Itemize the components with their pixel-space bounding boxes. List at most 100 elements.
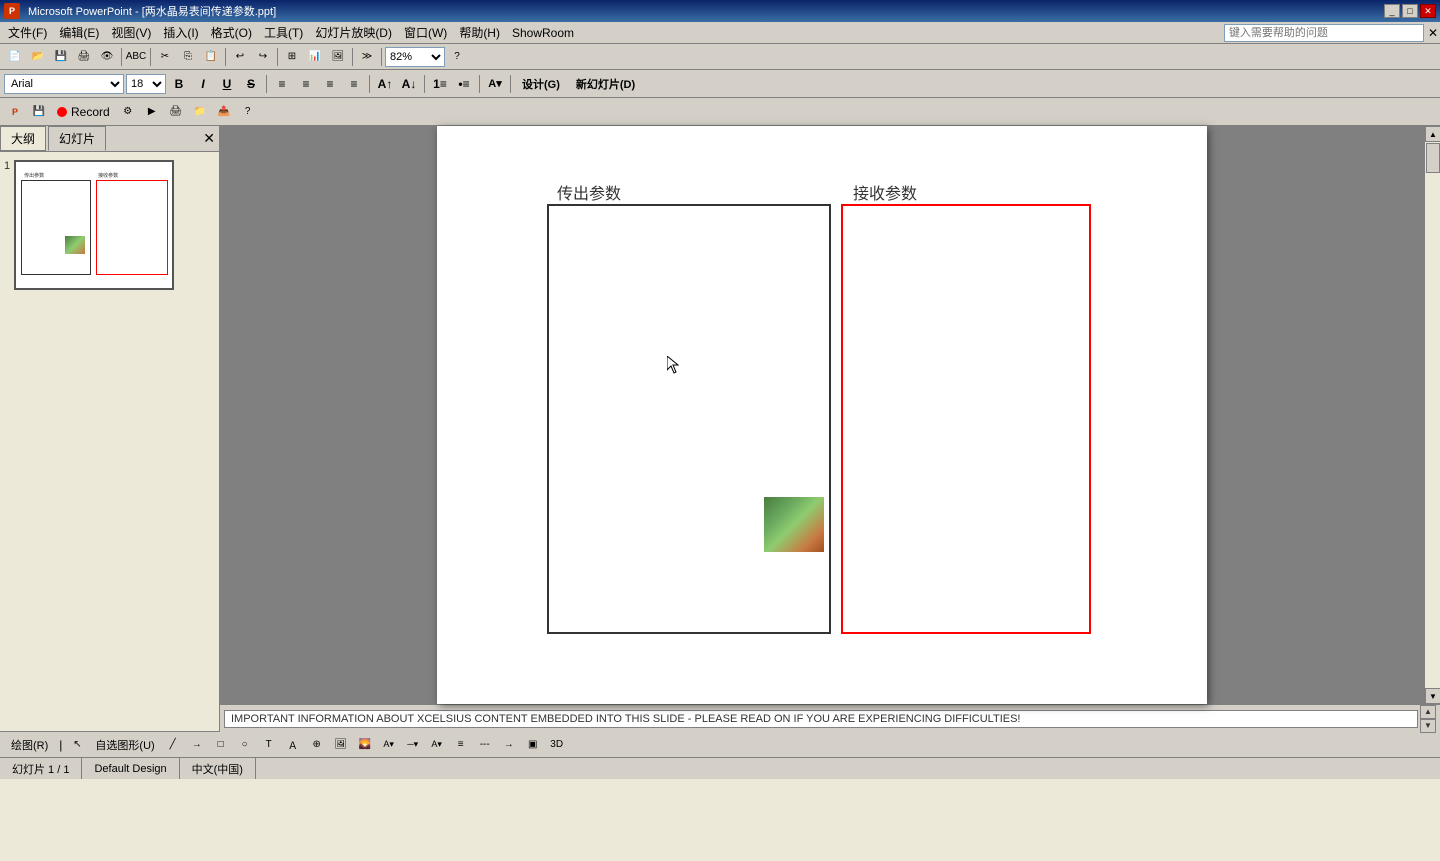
insert-chart-button[interactable]: 📊 bbox=[304, 46, 326, 68]
font-select[interactable]: Arial Times New Roman bbox=[4, 74, 124, 94]
scroll-thumb[interactable] bbox=[1426, 143, 1440, 173]
new-button[interactable]: 📄 bbox=[4, 46, 26, 68]
align-right-button[interactable]: ≡ bbox=[319, 74, 341, 94]
increase-font-button[interactable]: A↑ bbox=[374, 74, 396, 94]
scroll-down-bottom[interactable]: ▼ bbox=[1420, 719, 1436, 733]
clipart-button[interactable]: 🖼 bbox=[330, 734, 352, 756]
justify-button[interactable]: ≡ bbox=[343, 74, 365, 94]
design-button[interactable]: 设计(G) bbox=[515, 74, 567, 94]
wordart-button[interactable]: Ａ bbox=[282, 734, 304, 756]
menu-file[interactable]: 文件(F) bbox=[2, 22, 53, 43]
decrease-font-button[interactable]: A↓ bbox=[398, 74, 420, 94]
fill-color-button[interactable]: A▾ bbox=[378, 734, 400, 756]
shadow-button[interactable]: ▣ bbox=[522, 734, 544, 756]
menu-tools[interactable]: 工具(T) bbox=[258, 22, 309, 43]
tb-publish-button[interactable]: 📤 bbox=[213, 101, 235, 123]
align-center-button[interactable]: ≡ bbox=[295, 74, 317, 94]
font-color-button[interactable]: A▾ bbox=[484, 74, 506, 94]
scroll-track bbox=[1425, 142, 1440, 688]
save-button[interactable]: 💾 bbox=[50, 46, 72, 68]
paste-button[interactable]: 📋 bbox=[200, 46, 222, 68]
bold-button[interactable]: B bbox=[168, 74, 190, 94]
copy-button[interactable]: ⎘ bbox=[177, 46, 199, 68]
menu-slideshow[interactable]: 幻灯片放映(D) bbox=[309, 22, 398, 43]
drawing-toolbar: 绘图(R) | ↖ 自选图形(U) ╱ → □ ○ T Ａ ⊕ 🖼 🌄 A▾ ─… bbox=[0, 731, 1440, 757]
thumb-image bbox=[65, 236, 85, 254]
right-content-box[interactable] bbox=[841, 204, 1091, 634]
open-button[interactable]: 📂 bbox=[27, 46, 49, 68]
redo-button[interactable]: ↪ bbox=[252, 46, 274, 68]
right-scrollbar[interactable]: ▲ ▼ bbox=[1424, 126, 1440, 704]
main-toolbar: 📄 📂 💾 🖨 👁 ABC ✂ ⎘ 📋 ↩ ↪ ⊞ 📊 🖼 ≫ 82% 100%… bbox=[0, 44, 1440, 70]
play-button[interactable]: ▶ bbox=[141, 101, 163, 123]
zoom-help-button[interactable]: ? bbox=[446, 46, 468, 68]
left-content-box[interactable] bbox=[547, 204, 831, 634]
font-size-select[interactable]: 18 12 14 24 bbox=[126, 74, 166, 94]
line-color-button[interactable]: ─▾ bbox=[402, 734, 424, 756]
rect-button[interactable]: □ bbox=[210, 734, 232, 756]
minimize-button[interactable]: _ bbox=[1384, 4, 1400, 18]
tb-file-button[interactable]: 📁 bbox=[189, 101, 211, 123]
underline-button[interactable]: U bbox=[216, 74, 238, 94]
menu-insert[interactable]: 插入(I) bbox=[157, 22, 204, 43]
3d-button[interactable]: 3D bbox=[546, 734, 568, 756]
diagram-button[interactable]: ⊕ bbox=[306, 734, 328, 756]
undo-button[interactable]: ↩ bbox=[229, 46, 251, 68]
arrow-style-button[interactable]: → bbox=[498, 734, 520, 756]
tab-slides[interactable]: 幻灯片 bbox=[48, 126, 106, 151]
menu-showroom[interactable]: ShowRoom bbox=[506, 24, 580, 42]
zoom-select[interactable]: 82% 100% 75% 50% bbox=[385, 47, 445, 67]
close-button[interactable]: ✕ bbox=[1420, 4, 1436, 18]
preview-button[interactable]: 👁 bbox=[96, 46, 118, 68]
tb-print-button[interactable]: 🖨 bbox=[165, 101, 187, 123]
textbox-button[interactable]: T bbox=[258, 734, 280, 756]
menu-window[interactable]: 窗口(W) bbox=[398, 22, 453, 43]
spelling-button[interactable]: ABC bbox=[125, 46, 147, 68]
italic-button[interactable]: I bbox=[192, 74, 214, 94]
bullets-button[interactable]: •≡ bbox=[453, 74, 475, 94]
select-button[interactable]: ↖ bbox=[66, 734, 88, 756]
insert-clip-button[interactable]: 🖼 bbox=[327, 46, 349, 68]
record-button[interactable]: Record bbox=[52, 102, 115, 122]
align-left-button[interactable]: ≡ bbox=[271, 74, 293, 94]
menu-format[interactable]: 格式(O) bbox=[205, 22, 258, 43]
main-area: 大纲 幻灯片 ✕ 1 传出参数 接收参数 bbox=[0, 126, 1440, 731]
oval-button[interactable]: ○ bbox=[234, 734, 256, 756]
draw-separator: | bbox=[59, 738, 62, 752]
save2-button[interactable]: 💾 bbox=[28, 101, 50, 123]
scroll-down-button[interactable]: ▼ bbox=[1425, 688, 1440, 704]
print-button[interactable]: 🖨 bbox=[73, 46, 95, 68]
menu-help[interactable]: 帮助(H) bbox=[453, 22, 506, 43]
thumb-right-label: 接收参数 bbox=[98, 172, 118, 179]
dash-style-button[interactable]: --- bbox=[474, 734, 496, 756]
numbering-button[interactable]: 1≡ bbox=[429, 74, 451, 94]
strikethrough-button[interactable]: S bbox=[240, 74, 262, 94]
insert-table-button[interactable]: ⊞ bbox=[281, 46, 303, 68]
image-button[interactable]: 🌄 bbox=[354, 734, 376, 756]
line-button[interactable]: ╱ bbox=[162, 734, 184, 756]
record-options-button[interactable]: ⚙ bbox=[117, 101, 139, 123]
auto-shapes-button[interactable]: 自选图形(U) bbox=[90, 734, 159, 756]
status-design: Default Design bbox=[82, 758, 179, 779]
arrow-button[interactable]: → bbox=[186, 734, 208, 756]
scroll-up-button[interactable]: ▲ bbox=[1425, 126, 1440, 142]
cut-button[interactable]: ✂ bbox=[154, 46, 176, 68]
scroll-up-bottom[interactable]: ▲ bbox=[1420, 705, 1436, 719]
font-color-tb-button[interactable]: A▾ bbox=[426, 734, 448, 756]
separator bbox=[277, 48, 278, 66]
panel-close-button[interactable]: ✕ bbox=[203, 130, 215, 147]
tab-outline[interactable]: 大纲 bbox=[0, 126, 46, 151]
line-style-button[interactable]: ≡ bbox=[450, 734, 472, 756]
new-slide-button[interactable]: 新幻灯片(D) bbox=[569, 74, 642, 94]
tb-help-button[interactable]: ? bbox=[237, 101, 259, 123]
menu-view[interactable]: 视图(V) bbox=[105, 22, 157, 43]
slide-thumbnail[interactable]: 传出参数 接收参数 bbox=[14, 160, 174, 290]
more-button[interactable]: ≫ bbox=[356, 46, 378, 68]
menu-edit[interactable]: 编辑(E) bbox=[53, 22, 105, 43]
bottom-scrollbar[interactable]: ▲ ▼ bbox=[1420, 705, 1436, 733]
help-close-icon[interactable]: ✕ bbox=[1428, 26, 1438, 40]
draw-menu-button[interactable]: 绘图(R) bbox=[4, 734, 55, 756]
ppt-icon-button[interactable]: P bbox=[4, 101, 26, 123]
help-search-input[interactable] bbox=[1224, 24, 1424, 42]
maximize-button[interactable]: □ bbox=[1402, 4, 1418, 18]
